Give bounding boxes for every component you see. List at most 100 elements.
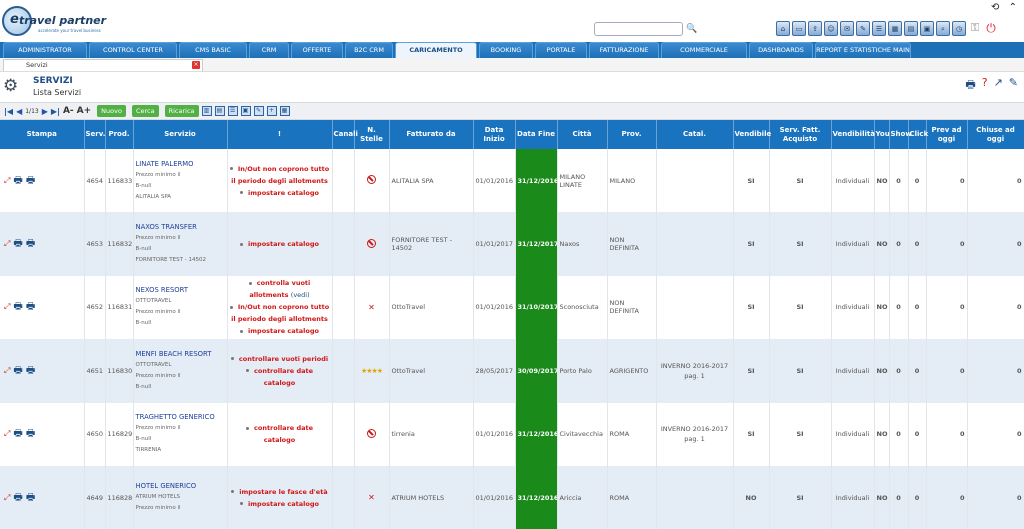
tab-dashboards[interactable]: DASHBOARDS: [749, 42, 813, 58]
collapse-icon[interactable]: ⌃: [1009, 2, 1020, 13]
column-header[interactable]: Prod.: [105, 120, 134, 149]
tab-booking[interactable]: BOOKING: [479, 42, 533, 58]
print-icon[interactable]: 🖶: [13, 365, 22, 376]
tab-control-center[interactable]: CONTROL CENTER: [89, 42, 177, 58]
column-header[interactable]: Click: [908, 120, 928, 149]
clock-icon[interactable]: ◷: [952, 21, 966, 36]
tab-cms-basic[interactable]: CMS BASIC: [179, 42, 247, 58]
column-header[interactable]: Show: [889, 120, 912, 149]
user-icon[interactable]: ☺: [824, 21, 838, 36]
print-icon[interactable]: 🖶: [26, 429, 35, 439]
tab-portale[interactable]: PORTALE: [535, 42, 587, 58]
service-name-link[interactable]: TRAGHETTO GENERICO: [136, 412, 225, 423]
table-row[interactable]: ⤢ 🖶 🖶 4654 116833 LINATE PALERMO Prezzo minimo…: [0, 149, 1024, 213]
help-icon[interactable]: ?: [982, 76, 988, 95]
pdf-icon[interactable]: ⤢: [4, 429, 10, 439]
edit-icon[interactable]: ✎: [1009, 76, 1018, 95]
print-icon[interactable]: 🖶: [13, 302, 22, 312]
table-row[interactable]: ⤢ 🖶 🖶 4652 116831 NEXOS RESORT OTTOTRAVEL Prezz…: [0, 275, 1024, 340]
print-icon[interactable]: 🖶: [13, 175, 22, 186]
sync-icon[interactable]: ⟲: [991, 2, 1002, 13]
print-icon[interactable]: 🖶: [26, 302, 35, 312]
form-icon[interactable]: ▤: [904, 21, 918, 36]
calendar-icon[interactable]: ▦: [888, 21, 902, 36]
column-header[interactable]: Fatturato da: [389, 120, 474, 149]
column-header[interactable]: N. Stelle: [354, 120, 390, 149]
edit-list-icon[interactable]: ✎: [253, 106, 264, 116]
column-header[interactable]: Vendibile: [733, 120, 771, 149]
column-header[interactable]: Serv. Fatt. Acquisto: [769, 120, 832, 149]
export-icon[interactable]: ⇪: [808, 21, 822, 36]
doc-icon[interactable]: ▣: [920, 21, 934, 36]
column-header[interactable]: Catal.: [656, 120, 734, 149]
save-icon[interactable]: ▣: [240, 106, 251, 116]
column-header[interactable]: Data Inizio: [473, 120, 516, 149]
column-header[interactable]: Stampa: [0, 120, 85, 149]
search-icon[interactable]: 🔍: [686, 24, 697, 34]
column-header[interactable]: Serv.: [84, 120, 106, 149]
prev-page-icon[interactable]: ◀: [16, 107, 22, 116]
tab-commerciale[interactable]: COMMERCIALE: [661, 42, 747, 58]
pdf-icon[interactable]: ⤢: [4, 302, 10, 312]
grid-icon[interactable]: ▦: [279, 106, 290, 116]
first-page-icon[interactable]: |◀: [4, 107, 13, 116]
service-name-link[interactable]: NEXOS RESORT: [136, 285, 225, 296]
column-header[interactable]: You: [874, 120, 890, 149]
subtab-servizi[interactable]: Servizi ×: [3, 59, 203, 71]
tab-crm[interactable]: CRM: [249, 42, 289, 58]
pdf-icon[interactable]: ⤢: [4, 366, 10, 376]
search-icon[interactable]: ⌕: [936, 21, 950, 36]
print-icon[interactable]: 🖶: [13, 239, 22, 249]
tab-fatturazione[interactable]: FATTURAZIONE: [589, 42, 659, 58]
close-icon[interactable]: ×: [192, 61, 200, 69]
open-external-icon[interactable]: ↗: [994, 76, 1003, 95]
service-name-link[interactable]: HOTEL GENERICO: [136, 481, 225, 492]
print-icon[interactable]: 🖶: [26, 239, 35, 249]
table-row[interactable]: ⤢ 🖶 🖶 4649 116828 HOTEL GENERICO ATRIUM HOTELS…: [0, 465, 1024, 529]
print-icon[interactable]: 🖶: [965, 76, 975, 95]
window-icon[interactable]: ▭: [792, 21, 806, 36]
column-header[interactable]: Prev ad oggi: [926, 120, 968, 149]
column-header[interactable]: Vendibilità: [831, 120, 875, 149]
pdf-icon[interactable]: ⤢: [4, 493, 10, 503]
table-row[interactable]: ⤢ 🖶 🖶 4650 116829 TRAGHETTO GENERICO Prezzo mi…: [0, 402, 1024, 466]
column-header[interactable]: Servizio: [133, 120, 228, 149]
service-name-link[interactable]: MENFI BEACH RESORT: [136, 349, 225, 360]
list-icon[interactable]: ☰: [872, 21, 886, 36]
tab-caricamento[interactable]: CARICAMENTO: [395, 42, 477, 58]
font-decrease-icon[interactable]: A-: [63, 106, 74, 116]
column-header[interactable]: Data Fine: [515, 120, 558, 149]
key-icon[interactable]: ⚿: [968, 21, 982, 36]
last-page-icon[interactable]: ▶|: [51, 107, 60, 116]
font-increase-icon[interactable]: A+: [77, 106, 92, 116]
service-name-link[interactable]: LINATE PALERMO: [136, 159, 225, 170]
add-row-icon[interactable]: +: [266, 106, 277, 116]
print-icon[interactable]: 🖶: [26, 175, 35, 186]
next-page-icon[interactable]: ▶: [42, 107, 48, 116]
pdf-icon[interactable]: ⤢: [4, 176, 10, 186]
new-button[interactable]: Nuovo: [97, 105, 126, 117]
table-row[interactable]: ⤢ 🖶 🖶 4651 116830 MENFI BEACH RESORT OTTOTRAVE…: [0, 339, 1024, 403]
home-icon[interactable]: ⌂: [776, 21, 790, 36]
tab-report-e-statistiche-main[interactable]: REPORT E STATISTICHE MAIN: [815, 42, 911, 58]
print-icon[interactable]: 🖶: [13, 492, 22, 503]
tab-administrator[interactable]: ADMINISTRATOR: [3, 42, 87, 58]
tab-b2c-crm[interactable]: B2C CRM: [345, 42, 393, 58]
search-button[interactable]: Cerca: [131, 105, 159, 117]
print-icon[interactable]: 🖶: [26, 492, 35, 503]
print-icon[interactable]: 🖶: [26, 365, 35, 376]
reload-button[interactable]: Ricarica: [164, 105, 199, 117]
table-row[interactable]: ⤢ 🖶 🖶 4653 116832 NAXOS TRANSFER Prezzo minimo…: [0, 212, 1024, 276]
pdf-icon[interactable]: ⤢: [4, 239, 10, 249]
column-header[interactable]: Prov.: [607, 120, 657, 149]
column-header[interactable]: Città: [557, 120, 608, 149]
column-header[interactable]: Chiuse ad oggi: [967, 120, 1024, 149]
brand-logo[interactable]: e travel partner accelerate your travel …: [2, 4, 106, 38]
vedi-link[interactable]: (vedi): [291, 291, 310, 299]
list-icon[interactable]: ☰: [227, 106, 238, 116]
print-icon[interactable]: 🖶: [13, 429, 22, 439]
layout-icon[interactable]: ▤: [214, 106, 225, 116]
mail-icon[interactable]: ✉: [840, 21, 854, 36]
service-name-link[interactable]: NAXOS TRANSFER: [136, 222, 225, 233]
columns-icon[interactable]: ▥: [201, 106, 212, 116]
